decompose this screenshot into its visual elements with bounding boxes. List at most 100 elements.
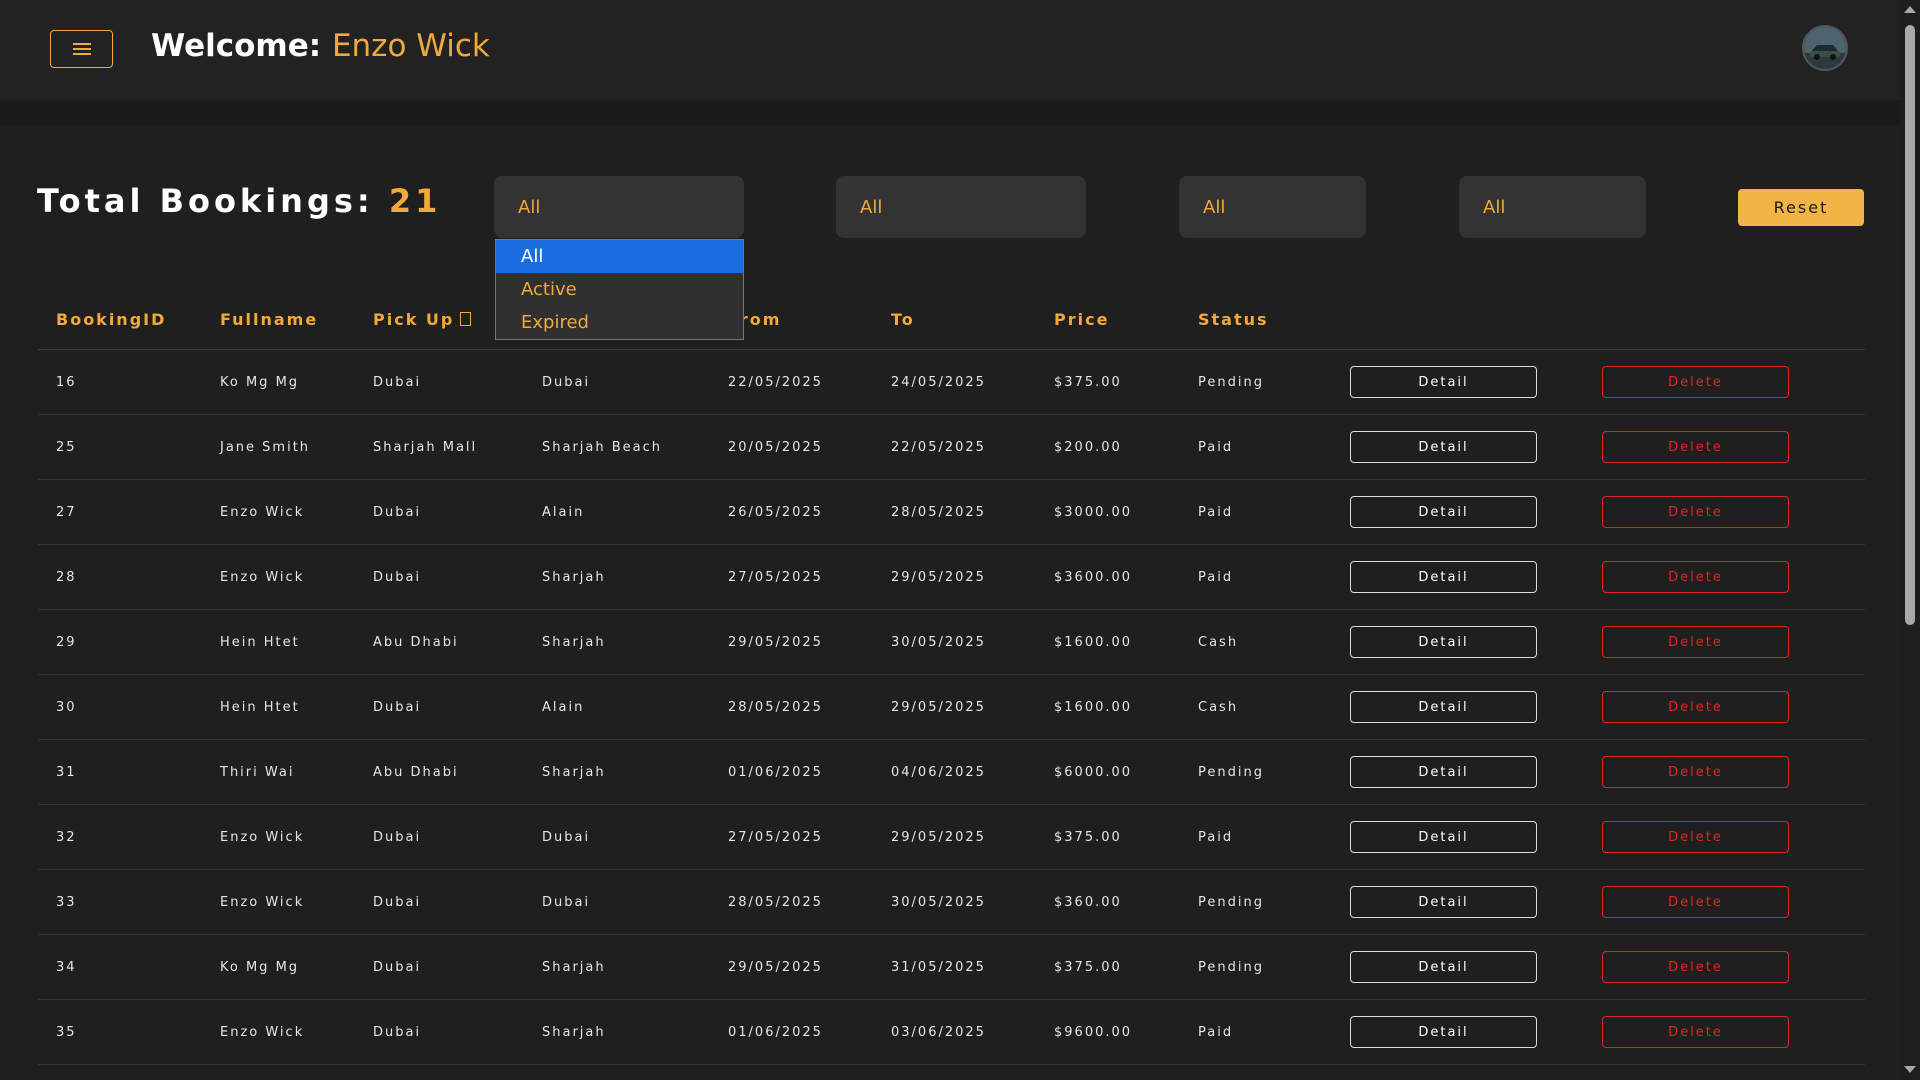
user-avatar[interactable] [1802, 25, 1848, 71]
delete-button[interactable]: Delete [1602, 366, 1789, 398]
reset-button[interactable]: Reset [1738, 189, 1864, 226]
detail-button[interactable]: Detail [1350, 366, 1537, 398]
delete-button[interactable]: Delete [1602, 691, 1789, 723]
cell-pickup: Dubai [355, 934, 524, 1000]
cell-booking-id: 32 [38, 804, 202, 870]
dropdown-option-active[interactable]: Active [496, 273, 743, 306]
cell-fullname: Ko Mg Mg [202, 349, 355, 415]
cell-booking-id: 25 [38, 414, 202, 480]
menu-toggle-button[interactable] [50, 30, 113, 68]
detail-button[interactable]: Detail [1350, 496, 1537, 528]
scroll-up-arrow-icon[interactable] [1904, 6, 1916, 13]
cell-from-date: 29/05/2025 [710, 609, 873, 675]
table-row: 33 Enzo Wick Dubai Dubai 28/05/2025 30/05/202… [38, 869, 1865, 935]
detail-button[interactable]: Detail [1350, 626, 1537, 658]
hamburger-icon [72, 43, 91, 55]
scroll-down-arrow-icon[interactable] [1904, 1066, 1916, 1073]
dropdown-option-all[interactable]: All [496, 240, 743, 273]
cell-booking-id: 35 [38, 999, 202, 1065]
filter-select-2[interactable]: All [836, 176, 1086, 238]
cell-delete-action: Delete [1584, 609, 1865, 675]
detail-button[interactable]: Detail [1350, 821, 1537, 853]
header-delete-action [1584, 290, 1865, 350]
cell-pickup: Dubai [355, 999, 524, 1065]
cell-pickup: Abu Dhabi [355, 609, 524, 675]
cell-to-date: 28/05/2025 [873, 479, 1036, 545]
detail-button[interactable]: Detail [1350, 951, 1537, 983]
cell-price: $1600.00 [1036, 609, 1180, 675]
cell-to-date: 22/05/2025 [873, 414, 1036, 480]
table-row: 27 Enzo Wick Dubai Alain 26/05/2025 28/05/202… [38, 479, 1865, 545]
cell-price: $3600.00 [1036, 544, 1180, 610]
cell-status: Pending [1180, 349, 1332, 415]
delete-button[interactable]: Delete [1602, 561, 1789, 593]
cell-delete-action: Delete [1584, 544, 1865, 610]
detail-button[interactable]: Detail [1350, 1016, 1537, 1048]
delete-button[interactable]: Delete [1602, 886, 1789, 918]
user-name: Enzo Wick [331, 28, 490, 64]
delete-button[interactable]: Delete [1602, 821, 1789, 853]
header-detail-action [1332, 290, 1584, 350]
cell-pickup: Dubai [355, 804, 524, 870]
header-price[interactable]: Price [1036, 290, 1180, 350]
delete-button[interactable]: Delete [1602, 431, 1789, 463]
scrollbar-thumb[interactable] [1905, 25, 1915, 625]
cell-delete-action: Delete [1584, 934, 1865, 1000]
delete-button[interactable]: Delete [1602, 756, 1789, 788]
cell-from-date: 28/05/2025 [710, 869, 873, 935]
cell-fullname: Enzo Wick [202, 544, 355, 610]
total-bookings-label: Total Bookings: [37, 182, 374, 220]
filter-3-value: All [1203, 196, 1226, 218]
cell-price: $200.00 [1036, 414, 1180, 480]
cell-pickup: Dubai [355, 869, 524, 935]
header-fullname[interactable]: Fullname [202, 290, 355, 350]
detail-button[interactable]: Detail [1350, 886, 1537, 918]
table-row: 31 Thiri Wai Abu Dhabi Sharjah 01/06/2025 04/… [38, 739, 1865, 805]
filter-select-4[interactable]: All [1459, 176, 1646, 238]
cell-detail-action: Detail [1332, 544, 1584, 610]
cell-dropoff: Sharjah [524, 934, 710, 1000]
cell-from-date: 22/05/2025 [710, 349, 873, 415]
delete-button[interactable]: Delete [1602, 951, 1789, 983]
status-filter-select[interactable]: All [494, 176, 744, 238]
cell-to-date: 24/05/2025 [873, 349, 1036, 415]
cell-pickup: Dubai [355, 544, 524, 610]
detail-button[interactable]: Detail [1350, 756, 1537, 788]
delete-button[interactable]: Delete [1602, 626, 1789, 658]
cell-booking-id: 29 [38, 609, 202, 675]
cell-dropoff: Sharjah Beach [524, 414, 710, 480]
detail-button[interactable]: Detail [1350, 561, 1537, 593]
dropdown-option-expired[interactable]: Expired [496, 306, 743, 339]
cell-price: $3000.00 [1036, 479, 1180, 545]
status-filter-value: All [518, 196, 541, 218]
cell-from-date: 26/05/2025 [710, 479, 873, 545]
cell-to-date: 29/05/2025 [873, 674, 1036, 740]
cell-detail-action: Detail [1332, 999, 1584, 1065]
cell-status: Paid [1180, 804, 1332, 870]
cell-price: $375.00 [1036, 349, 1180, 415]
filter-4-value: All [1483, 196, 1506, 218]
cell-delete-action: Delete [1584, 999, 1865, 1065]
table-row: 32 Enzo Wick Dubai Dubai 27/05/2025 29/05/202… [38, 804, 1865, 870]
header-to[interactable]: To [873, 290, 1036, 350]
cell-fullname: Hein Htet [202, 674, 355, 740]
cell-price: $1600.00 [1036, 674, 1180, 740]
cell-pickup: Sharjah Mall [355, 414, 524, 480]
cell-from-date: 20/05/2025 [710, 414, 873, 480]
cell-pickup: Dubai [355, 349, 524, 415]
detail-button[interactable]: Detail [1350, 431, 1537, 463]
delete-button[interactable]: Delete [1602, 1016, 1789, 1048]
cell-delete-action: Delete [1584, 804, 1865, 870]
delete-button[interactable]: Delete [1602, 496, 1789, 528]
detail-button[interactable]: Detail [1350, 691, 1537, 723]
total-bookings-count: 21 [388, 182, 442, 220]
header-status[interactable]: Status [1180, 290, 1332, 350]
header-booking-id[interactable]: BookingID [38, 290, 202, 350]
sort-icon[interactable] [460, 312, 472, 326]
cell-status: Pending [1180, 739, 1332, 805]
cell-price: $6000.00 [1036, 739, 1180, 805]
filter-select-3[interactable]: All [1179, 176, 1366, 238]
cell-fullname: Hein Htet [202, 609, 355, 675]
table-row: 16 Ko Mg Mg Dubai Dubai 22/05/2025 24/05/2025… [38, 349, 1865, 415]
cell-delete-action: Delete [1584, 674, 1865, 740]
